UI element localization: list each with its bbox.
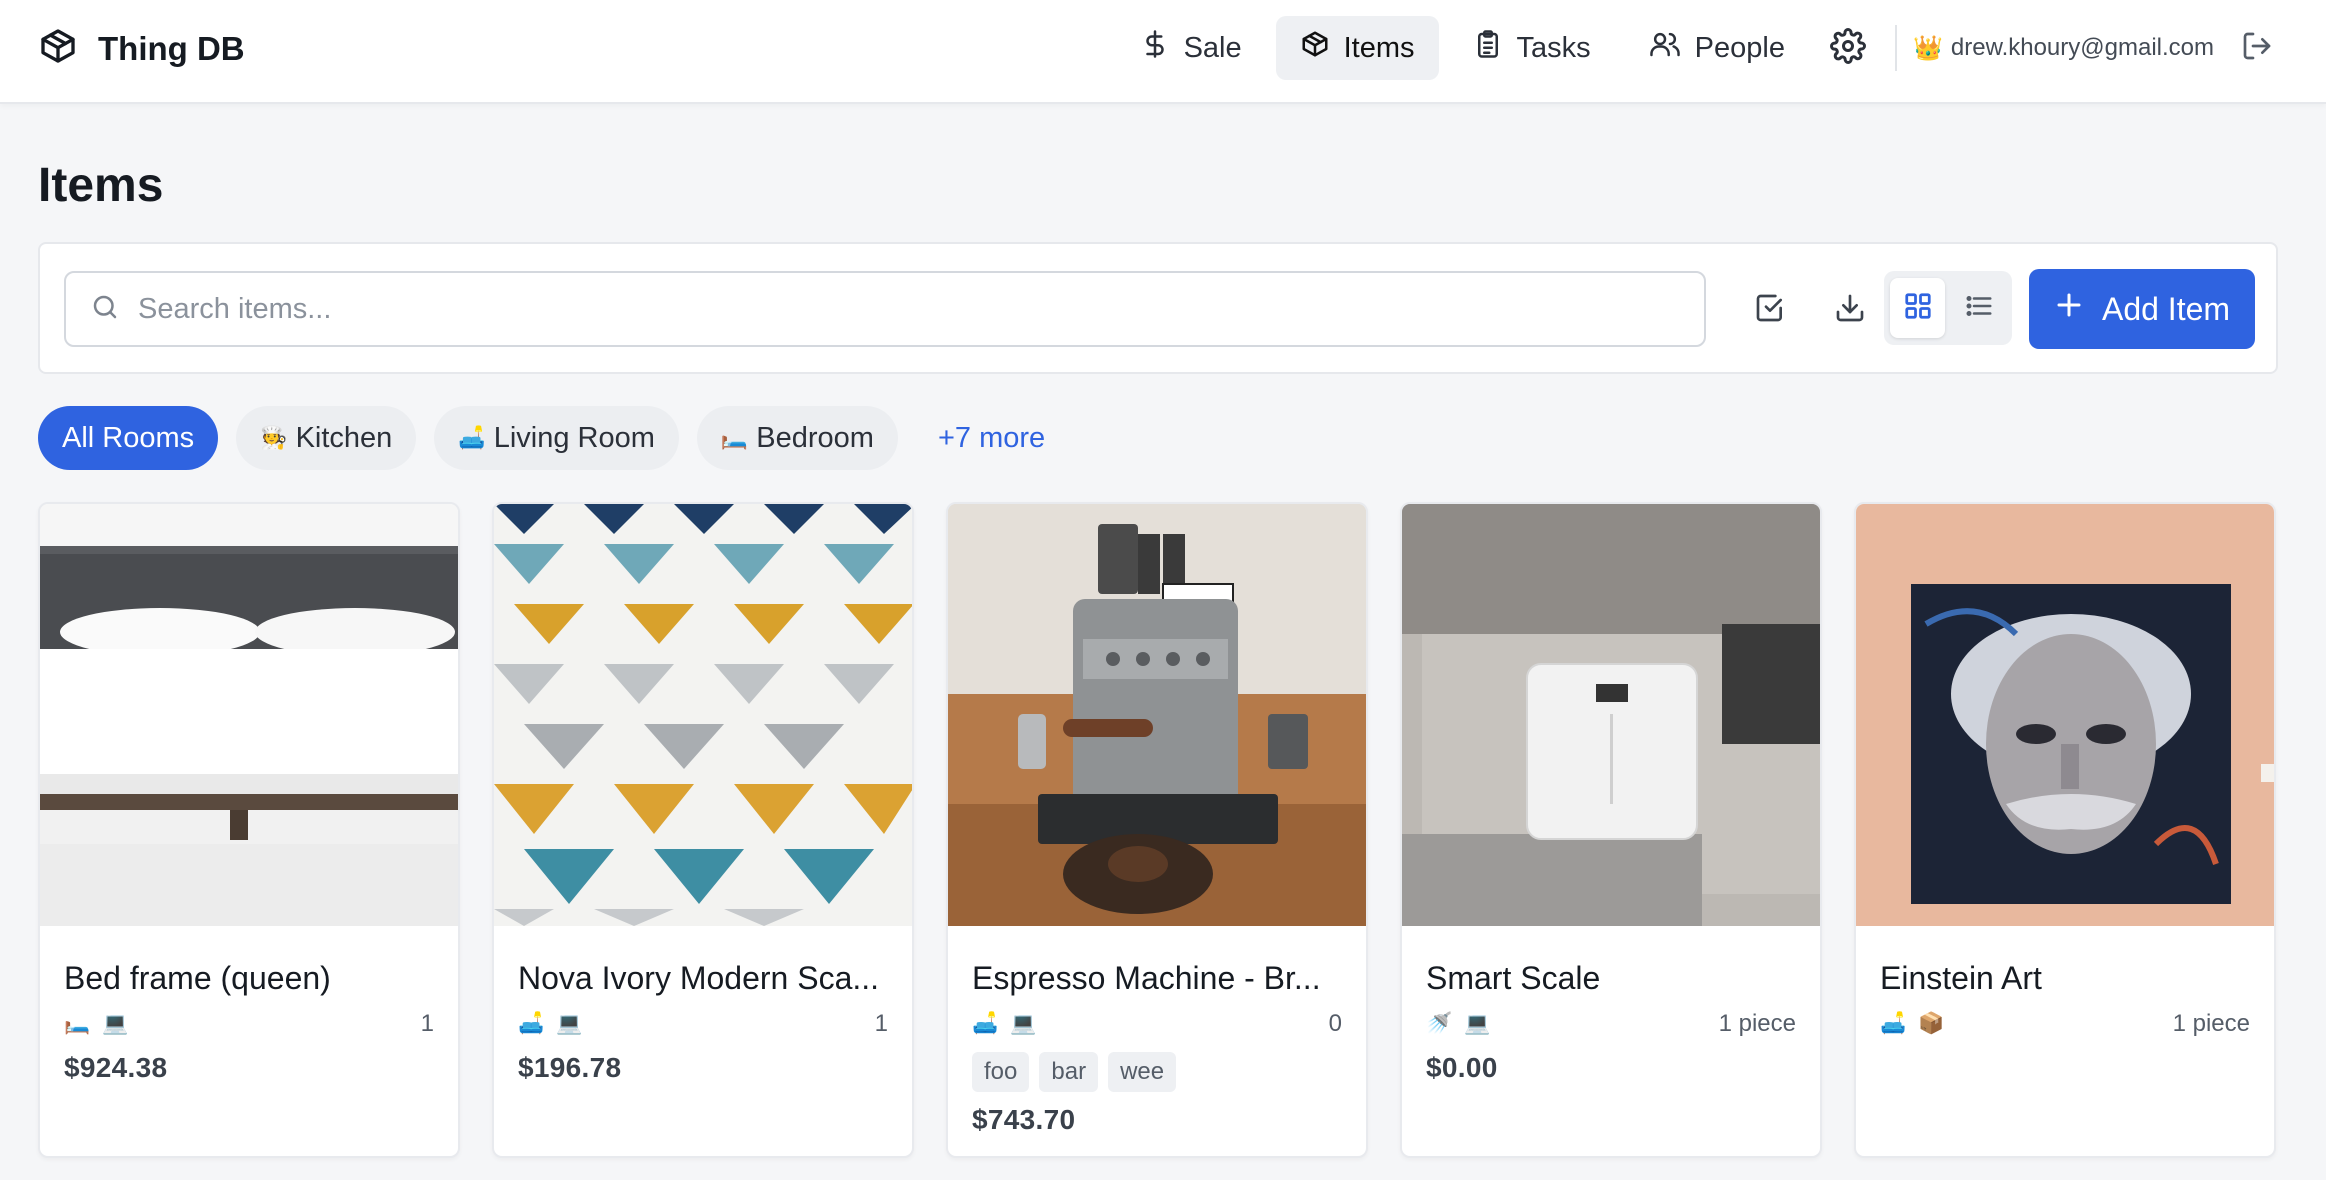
nav-item-items[interactable]: Items [1275,16,1439,80]
grid-view-button[interactable] [1890,278,1945,338]
portrait-photo [1856,504,2274,926]
room-chip-living-room[interactable]: 🛋️ Living Room [434,406,679,470]
couch-icon: 🛋️ [458,425,486,450]
list-view-button[interactable] [1951,278,2006,338]
logout-button[interactable] [2232,23,2282,73]
nav-item-tasks[interactable]: Tasks [1449,16,1615,80]
item-quantity: 1 [874,1010,888,1037]
search-box[interactable] [64,271,1706,347]
couch-icon: 🛋️ [972,1012,999,1035]
view-toggle [1884,271,2012,345]
shower-icon: 🚿 [1426,1012,1453,1035]
room-chip-label: All Rooms [62,421,195,454]
room-chip-all[interactable]: All Rooms [38,406,219,470]
chef-icon: 🧑‍🍳 [260,425,288,450]
box-icon [38,26,78,71]
item-card[interactable]: Smart Scale 🚿 💻 1 piece $0.00 [1400,502,1822,1158]
bed-photo [40,504,458,926]
item-location-icons: 🚿 💻 [1426,1012,1490,1036]
item-price: $0.00 [1426,1052,1498,1083]
package-icon: 📦 [1918,1012,1945,1035]
item-title: Espresso Machine - Br... [972,960,1321,996]
user-account[interactable]: 👑 drew.khoury@gmail.com [1913,34,2214,63]
add-item-label: Add Item [2101,290,2231,327]
logout-icon [2241,30,2273,67]
item-tags: foo bar wee [972,1052,1342,1092]
nav-item-label: Sale [1183,31,1242,64]
item-quantity: 1 piece [1718,1010,1796,1037]
room-chip-bedroom[interactable]: 🛏️ Bedroom [696,406,898,470]
item-location-icons: 🛏️ 💻 [64,1012,128,1036]
export-button[interactable] [1822,282,1878,338]
couch-icon: 🛋️ [1880,1012,1907,1035]
items-grid: Bed frame (queen) 🛏️ 💻 1 $924.38 Nova Iv… [38,502,2276,1158]
main-nav: Sale Items Tasks People 👑 drew.khoury@gm… [1116,16,2326,80]
select-mode-button[interactable] [1742,282,1798,338]
nav-divider [1894,25,1897,71]
item-card[interactable]: Espresso Machine - Br... 🛋️ 💻 0 foo bar … [946,502,1368,1158]
item-card[interactable]: Nova Ivory Modern Sca... 🛋️ 💻 1 $196.78 [492,502,914,1158]
laptop-icon: 💻 [556,1012,583,1035]
search-icon [90,292,120,327]
search-input[interactable] [138,292,1638,326]
page-title: Items [38,159,164,212]
item-title: Nova Ivory Modern Sca... [518,960,880,996]
settings-button[interactable] [1819,19,1877,77]
item-card[interactable]: Einstein Art 🛋️ 📦 1 piece [1854,502,2276,1158]
download-icon [1834,292,1866,329]
add-item-button[interactable]: Add Item [2029,269,2255,349]
plus-icon [2054,290,2084,328]
nav-item-label: Tasks [1516,31,1591,64]
clipboard-icon [1473,29,1503,67]
tag[interactable]: foo [972,1052,1030,1092]
laptop-icon: 💻 [1464,1012,1491,1035]
item-title: Einstein Art [1880,960,2042,996]
couch-icon: 🛋️ [518,1012,545,1035]
tag[interactable]: bar [1039,1052,1099,1092]
room-chip-label: Bedroom [756,421,874,454]
grid-icon [1903,291,1933,326]
espresso-photo [948,504,1366,926]
item-quantity: 0 [1328,1010,1342,1037]
brand[interactable]: Thing DB [38,26,245,71]
top-navbar: Thing DB Sale Items Tasks People 👑 drew.… [0,0,2326,104]
room-chip-kitchen[interactable]: 🧑‍🍳 Kitchen [236,406,417,470]
gear-icon [1830,27,1866,69]
brand-name: Thing DB [98,29,245,67]
item-location-icons: 🛋️ 💻 [518,1012,582,1036]
rug-photo [494,504,912,926]
nav-item-people[interactable]: People [1625,16,1809,80]
nav-item-sale[interactable]: Sale [1116,16,1266,80]
item-location-icons: 🛋️ 💻 [972,1012,1036,1036]
list-icon [1964,291,1994,326]
room-filter: All Rooms 🧑‍🍳 Kitchen 🛋️ Living Room 🛏️ … [38,406,1067,470]
item-card[interactable]: Bed frame (queen) 🛏️ 💻 1 $924.38 [38,502,460,1158]
item-price: $924.38 [64,1052,168,1083]
bed-icon: 🛏️ [720,425,749,450]
box-icon [1300,29,1330,67]
dollar-icon [1140,29,1170,67]
scale-photo [1402,504,1820,926]
item-title: Bed frame (queen) [64,960,331,996]
user-email: drew.khoury@gmail.com [1950,34,2214,61]
item-price: $743.70 [972,1104,1076,1135]
tag[interactable]: wee [1108,1052,1177,1092]
nav-item-label: People [1694,31,1785,64]
item-location-icons: 🛋️ 📦 [1880,1012,1944,1036]
item-quantity: 1 piece [2172,1010,2250,1037]
nav-item-label: Items [1343,31,1415,64]
laptop-icon: 💻 [102,1012,129,1035]
checkbox-icon [1754,292,1786,329]
laptop-icon: 💻 [1010,1012,1037,1035]
items-toolbar: Add Item [38,242,2278,374]
crown-icon: 👑 [1912,34,1943,62]
item-title: Smart Scale [1426,960,1601,996]
users-icon [1649,29,1681,67]
bed-icon: 🛏️ [64,1012,91,1035]
more-rooms-link[interactable]: +7 more [916,422,1067,455]
item-price: $196.78 [518,1052,622,1083]
item-quantity: 1 [420,1010,434,1037]
room-chip-label: Kitchen [295,421,393,454]
room-chip-label: Living Room [493,421,655,454]
